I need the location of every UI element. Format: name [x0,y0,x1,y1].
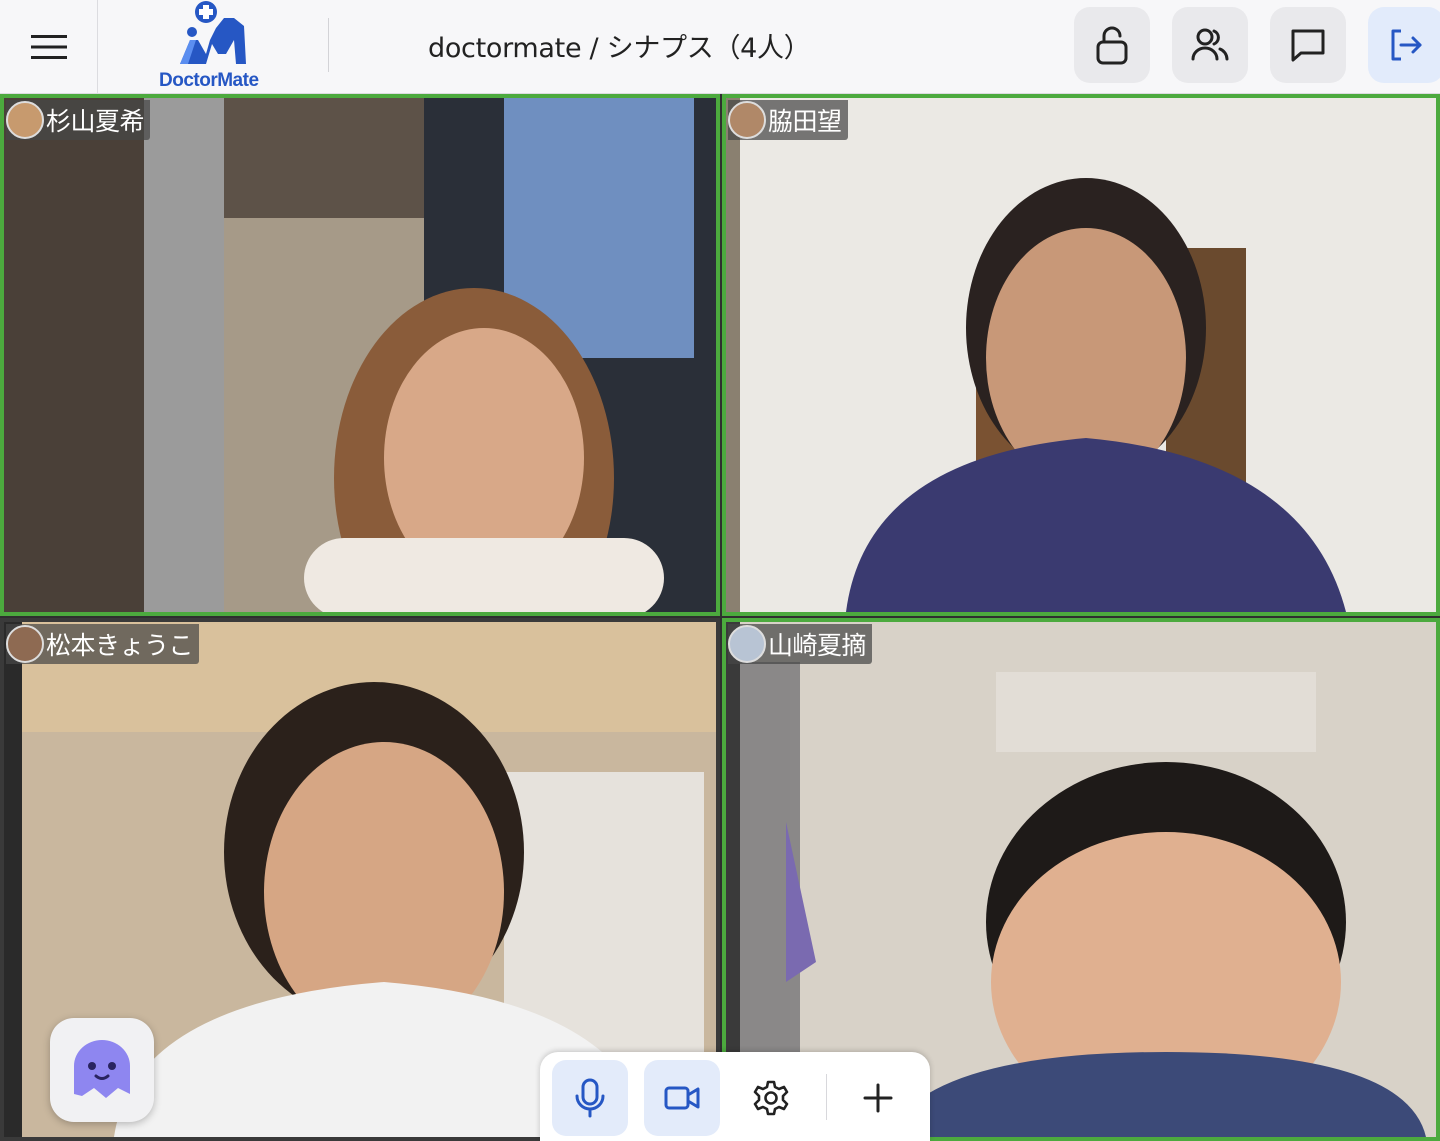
video-feed [4,98,716,612]
leave-button[interactable] [1368,7,1440,83]
users-icon [1191,28,1229,61]
avatar [728,625,766,663]
menu-button[interactable] [0,0,98,94]
top-bar: DoctorMate doctormate / シナプス（4人） [0,0,1440,94]
controls-divider [826,1074,827,1120]
camera-button[interactable] [644,1060,720,1136]
avatar [728,101,766,139]
ghost-bot-icon [74,1040,130,1098]
room-title: doctormate / シナプス（4人） [428,33,811,64]
settings-button[interactable] [733,1060,809,1136]
hamburger-icon [30,35,67,59]
call-controls [540,1052,930,1141]
gear-icon [753,1080,789,1116]
participant-nametag: 山崎夏摘 [728,624,873,664]
camera-icon [664,1086,700,1110]
participant-name: 松本きょうこ [46,631,194,660]
participants-button[interactable] [1172,7,1248,83]
video-feed [726,98,1436,612]
video-grid: 杉山夏希 脇田望 松本きょうこ 山崎夏摘 [0,94,1440,1141]
logo-mark-icon [180,1,246,64]
doctormate-logo: DoctorMate [150,0,280,94]
microphone-button[interactable] [552,1060,628,1136]
assistant-bot-button[interactable] [50,1018,154,1122]
lock-open-icon [1096,26,1128,65]
participant-name: 脇田望 [768,107,842,136]
participant-nametag: 脇田望 [728,100,848,140]
avatar [6,101,44,139]
participant-name: 杉山夏希 [46,107,145,136]
lock-button[interactable] [1074,7,1150,83]
plus-icon [863,1083,893,1113]
video-tile-1[interactable]: 杉山夏希 [0,94,720,616]
add-button[interactable] [840,1060,916,1136]
chat-icon [1291,29,1325,62]
participant-nametag: 松本きょうこ [6,624,200,664]
chat-button[interactable] [1270,7,1346,83]
microphone-icon [575,1078,605,1118]
header-divider [328,18,329,72]
participant-nametag: 杉山夏希 [6,100,151,140]
video-tile-2[interactable]: 脇田望 [722,94,1440,616]
logo-text: DoctorMate [159,70,259,91]
participant-name: 山崎夏摘 [768,631,867,660]
avatar [6,625,44,663]
exit-icon [1391,29,1422,61]
